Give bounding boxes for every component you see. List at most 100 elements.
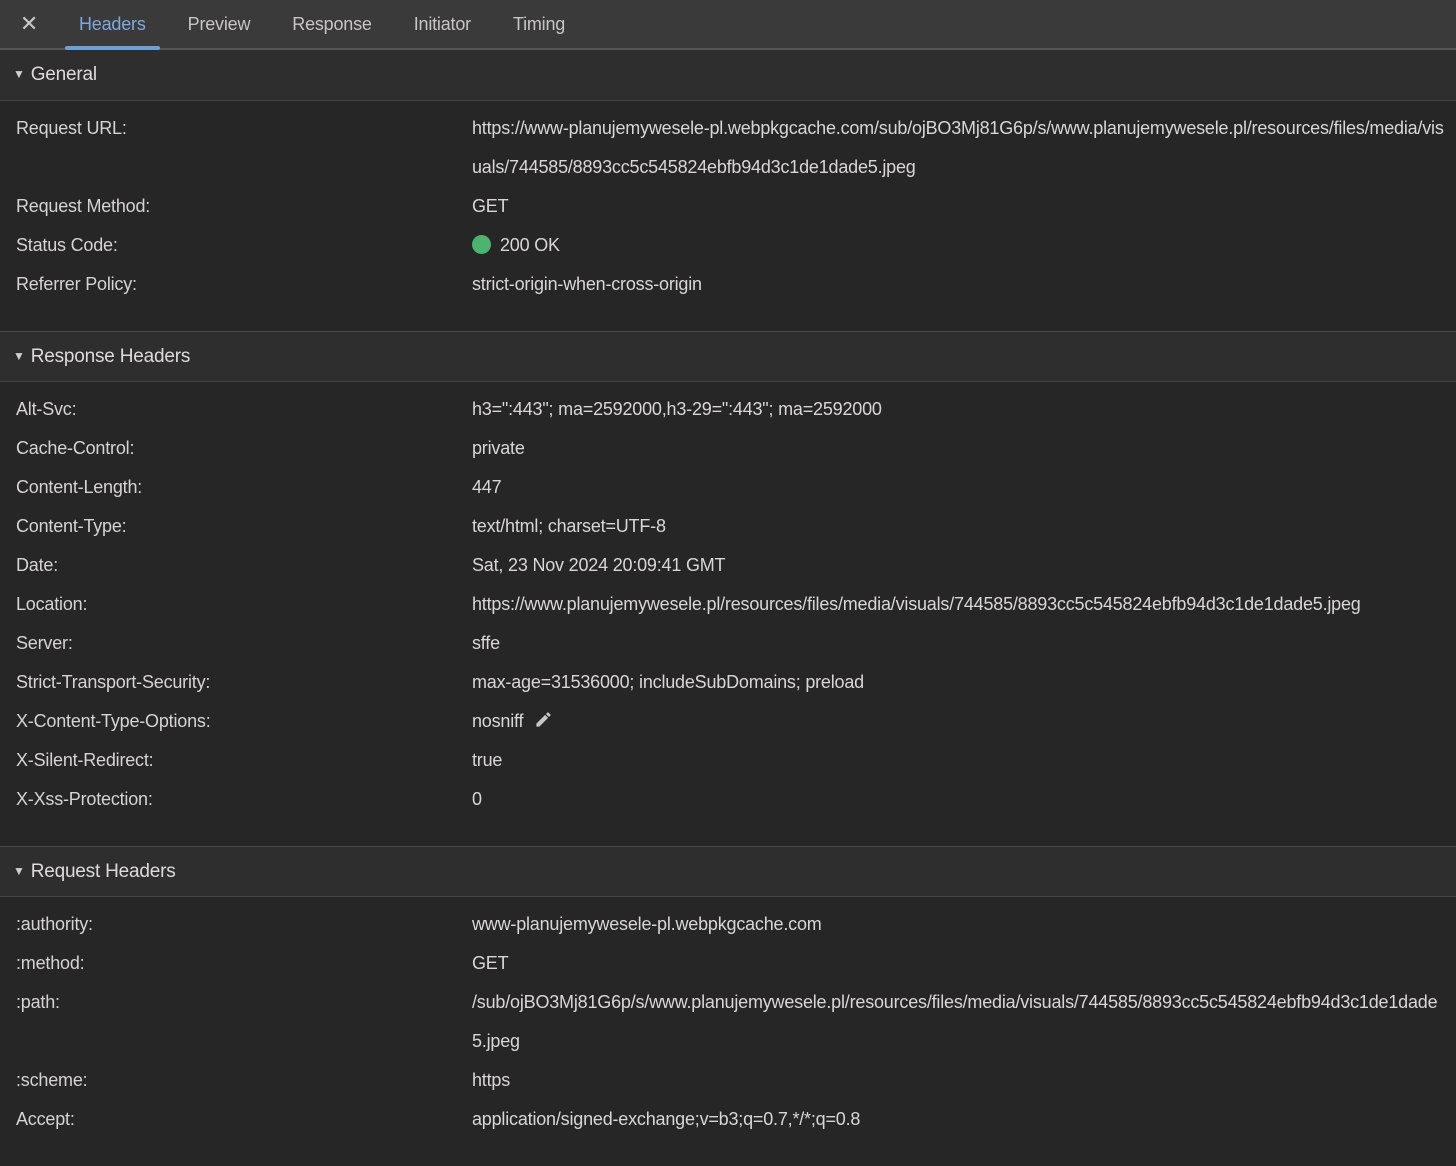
header-value: Sat, 23 Nov 2024 20:09:41 GMT bbox=[472, 546, 1444, 585]
header-name: X-Content-Type-Options: bbox=[16, 711, 211, 731]
header-name: Cache-Control: bbox=[16, 438, 135, 458]
header-value: private bbox=[472, 429, 1444, 468]
header-row: Strict-Transport-Security: max-age=31536… bbox=[0, 663, 1456, 702]
section-title: Response Headers bbox=[30, 345, 191, 367]
section-rows: Alt-Svc: h3=":443"; ma=2592000,h3-29=":4… bbox=[0, 382, 1456, 846]
header-row: Date: Sat, 23 Nov 2024 20:09:41 GMT bbox=[0, 546, 1456, 585]
header-value-text: GET bbox=[472, 953, 509, 973]
header-value-text: true bbox=[472, 750, 503, 770]
header-name: Accept: bbox=[16, 1109, 75, 1129]
header-value-text: 0 bbox=[472, 789, 482, 809]
header-row: X-Xss-Protection: 0 bbox=[0, 780, 1456, 819]
header-value: application/signed-exchange;v=b3;q=0.7,*… bbox=[472, 1100, 1444, 1139]
header-value: nosniff bbox=[472, 702, 1444, 741]
header-value-text: https://www-planujemywesele-pl.webpkgcac… bbox=[472, 118, 1444, 177]
header-name: Request URL: bbox=[16, 118, 127, 138]
header-value: sffe bbox=[472, 624, 1444, 663]
header-value: https bbox=[472, 1061, 1444, 1100]
header-value: h3=":443"; ma=2592000,h3-29=":443"; ma=2… bbox=[472, 390, 1444, 429]
section-header[interactable]: ▼ Response Headers bbox=[0, 331, 1456, 382]
header-name: Alt-Svc: bbox=[16, 399, 77, 419]
headers-sections-container: ▼ General Request URL: https://www-planu… bbox=[0, 50, 1456, 1166]
edit-pencil-icon[interactable] bbox=[534, 710, 553, 729]
section-header[interactable]: ▼ General bbox=[0, 50, 1456, 101]
header-value-text: GET bbox=[472, 196, 509, 216]
header-name: Referrer Policy: bbox=[16, 274, 137, 294]
header-value: max-age=31536000; includeSubDomains; pre… bbox=[472, 663, 1444, 702]
header-value: 200 OK bbox=[472, 226, 1444, 265]
header-row: Accept: application/signed-exchange;v=b3… bbox=[0, 1100, 1456, 1139]
header-value-text: sffe bbox=[472, 633, 500, 653]
header-value: /sub/ojBO3Mj81G6p/s/www.planujemywesele.… bbox=[472, 983, 1444, 1061]
header-value: https://www.planujemywesele.pl/resources… bbox=[472, 585, 1444, 624]
header-value: GET bbox=[472, 187, 1444, 226]
section-request-headers: ▼ Request Headers :authority: www-planuj… bbox=[0, 846, 1456, 1166]
header-row: Content-Length: 447 bbox=[0, 468, 1456, 507]
header-value-text: Sat, 23 Nov 2024 20:09:41 GMT bbox=[472, 555, 726, 575]
header-name: :method: bbox=[16, 953, 85, 973]
header-value-text: max-age=31536000; includeSubDomains; pre… bbox=[472, 672, 864, 692]
header-row: Request URL: https://www-planujemywesele… bbox=[0, 109, 1456, 187]
header-value: www-planujemywesele-pl.webpkgcache.com bbox=[472, 905, 1444, 944]
devtools-tabbar: ✕ Headers Preview Response Initiator Timing bbox=[0, 0, 1456, 50]
tab-headers[interactable]: Headers bbox=[63, 0, 162, 50]
network-request-details-panel: ✕ Headers Preview Response Initiator Timing … bbox=[0, 0, 1456, 1166]
header-value: https://www-planujemywesele-pl.webpkgcac… bbox=[472, 109, 1444, 187]
header-value-text: nosniff bbox=[472, 711, 524, 731]
header-row: X-Silent-Redirect: true bbox=[0, 741, 1456, 780]
header-row: Referrer Policy: strict-origin-when-cros… bbox=[0, 265, 1456, 304]
collapse-triangle-icon: ▼ bbox=[13, 863, 25, 878]
header-value: GET bbox=[472, 944, 1444, 983]
header-row: X-Content-Type-Options: nosniff bbox=[0, 702, 1456, 741]
section-general: ▼ General Request URL: https://www-planu… bbox=[0, 50, 1456, 331]
header-row: Content-Type: text/html; charset=UTF-8 bbox=[0, 507, 1456, 546]
status-ok-dot-icon bbox=[472, 235, 491, 254]
header-value-text: text/html; charset=UTF-8 bbox=[472, 516, 666, 536]
section-rows: Request URL: https://www-planujemywesele… bbox=[0, 101, 1456, 331]
header-value-text: h3=":443"; ma=2592000,h3-29=":443"; ma=2… bbox=[472, 399, 882, 419]
header-name: Location: bbox=[16, 594, 88, 614]
header-row: Location: https://www.planujemywesele.pl… bbox=[0, 585, 1456, 624]
header-value-text: strict-origin-when-cross-origin bbox=[472, 274, 702, 294]
header-name: :authority: bbox=[16, 914, 93, 934]
collapse-triangle-icon: ▼ bbox=[13, 348, 25, 363]
header-row: Request Method: GET bbox=[0, 187, 1456, 226]
header-row: Cache-Control: private bbox=[0, 429, 1456, 468]
section-response-headers: ▼ Response Headers Alt-Svc: h3=":443"; m… bbox=[0, 331, 1456, 846]
close-icon[interactable]: ✕ bbox=[0, 0, 58, 48]
header-row: :path: /sub/ojBO3Mj81G6p/s/www.planujemy… bbox=[0, 983, 1456, 1061]
header-value-text: https://www.planujemywesele.pl/resources… bbox=[472, 594, 1361, 614]
section-header[interactable]: ▼ Request Headers bbox=[0, 846, 1456, 897]
header-name: Status Code: bbox=[16, 235, 118, 255]
header-name: Strict-Transport-Security: bbox=[16, 672, 211, 692]
header-value-text: 447 bbox=[472, 477, 502, 497]
header-name: X-Silent-Redirect: bbox=[16, 750, 154, 770]
header-name: Content-Length: bbox=[16, 477, 143, 497]
header-row: :authority: www-planujemywesele-pl.webpk… bbox=[0, 905, 1456, 944]
tab-preview[interactable]: Preview bbox=[172, 0, 267, 48]
header-name: :path: bbox=[16, 992, 60, 1012]
section-rows: :authority: www-planujemywesele-pl.webpk… bbox=[0, 897, 1456, 1166]
section-title: Request Headers bbox=[30, 860, 176, 882]
header-value-text: /sub/ojBO3Mj81G6p/s/www.planujemywesele.… bbox=[472, 992, 1438, 1051]
header-name: Date: bbox=[16, 555, 59, 575]
header-row: :scheme: https bbox=[0, 1061, 1456, 1100]
header-value-text: 200 OK bbox=[500, 235, 560, 255]
tab-initiator[interactable]: Initiator bbox=[398, 0, 487, 48]
header-name: Content-Type: bbox=[16, 516, 127, 536]
header-value: strict-origin-when-cross-origin bbox=[472, 265, 1444, 304]
tab-response[interactable]: Response bbox=[276, 0, 387, 48]
header-row: Alt-Svc: h3=":443"; ma=2592000,h3-29=":4… bbox=[0, 390, 1456, 429]
header-value: 0 bbox=[472, 780, 1444, 819]
collapse-triangle-icon: ▼ bbox=[13, 67, 25, 81]
header-name: X-Xss-Protection: bbox=[16, 789, 153, 809]
section-title: General bbox=[30, 64, 97, 85]
header-row: Status Code: 200 OK bbox=[0, 226, 1456, 265]
header-value-text: application/signed-exchange;v=b3;q=0.7,*… bbox=[472, 1109, 861, 1129]
header-row: :method: GET bbox=[0, 944, 1456, 983]
header-row: Server: sffe bbox=[0, 624, 1456, 663]
header-value: true bbox=[472, 741, 1444, 780]
header-name: :scheme: bbox=[16, 1070, 88, 1090]
tab-timing[interactable]: Timing bbox=[497, 0, 581, 48]
header-value-text: private bbox=[472, 438, 525, 458]
